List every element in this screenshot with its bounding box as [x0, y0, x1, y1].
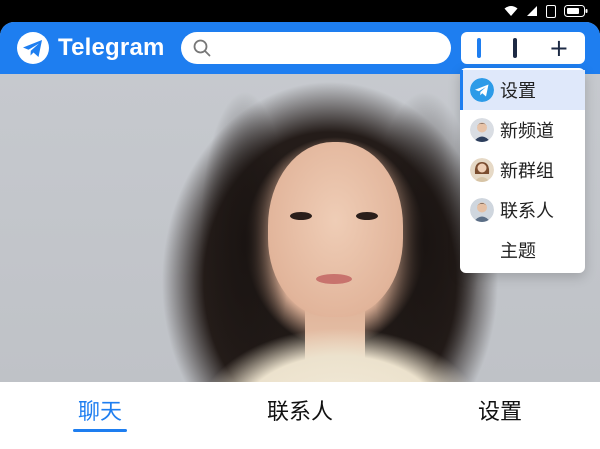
menu-item-label: 主题	[500, 241, 536, 262]
tab-settings[interactable]: 设置	[400, 382, 600, 426]
battery-icon	[564, 5, 588, 17]
wifi-icon	[504, 6, 518, 16]
search-input[interactable]	[217, 36, 437, 60]
menu-item-label: 新频道	[500, 121, 554, 142]
status-bar	[0, 0, 600, 22]
menu-item-label: 联系人	[500, 201, 554, 222]
top-actions: +	[461, 32, 585, 64]
menu-item-themes[interactable]: 主题	[460, 230, 585, 270]
telegram-icon	[470, 78, 494, 102]
tab-label: 设置	[477, 400, 522, 425]
menu-item-label: 新群组	[500, 161, 554, 182]
tab-chats[interactable]: 聊天	[0, 382, 200, 432]
app-logo: Telegram	[16, 31, 165, 65]
menu-item-label: 设置	[500, 81, 536, 102]
avatar-icon	[470, 198, 494, 222]
menu-item-contacts[interactable]: 联系人	[460, 190, 585, 230]
dark-bar-icon[interactable]	[512, 38, 517, 58]
app-title: Telegram	[58, 34, 165, 61]
menu-item-settings[interactable]: 设置	[460, 70, 585, 110]
blue-bar-icon[interactable]	[476, 38, 481, 58]
tab-label: 聊天	[77, 400, 122, 425]
app-screen: Telegram + 设置 新频道 新群组 联系人 主题 聊天 联系人 设置	[0, 22, 600, 449]
active-tab-indicator	[73, 429, 127, 432]
signal-icon	[527, 6, 537, 16]
device: Telegram + 设置 新频道 新群组 联系人 主题 聊天 联系人 设置	[0, 0, 600, 449]
menu-item-new-group[interactable]: 新群组	[460, 150, 585, 190]
tab-contacts[interactable]: 联系人	[200, 382, 400, 426]
dropdown-menu: 设置 新频道 新群组 联系人 主题	[460, 68, 585, 273]
add-button[interactable]: +	[549, 36, 569, 60]
telegram-logo-icon	[17, 32, 49, 64]
avatar-icon	[470, 158, 494, 182]
avatar-icon	[470, 118, 494, 142]
app-header: Telegram +	[0, 22, 600, 74]
search-bar[interactable]	[181, 32, 451, 64]
menu-item-new-channel[interactable]: 新频道	[460, 110, 585, 150]
sim-icon	[546, 4, 556, 18]
tab-label: 联系人	[266, 400, 333, 425]
bottom-tab-bar: 聊天 联系人 设置	[0, 382, 600, 449]
search-icon	[193, 39, 211, 57]
